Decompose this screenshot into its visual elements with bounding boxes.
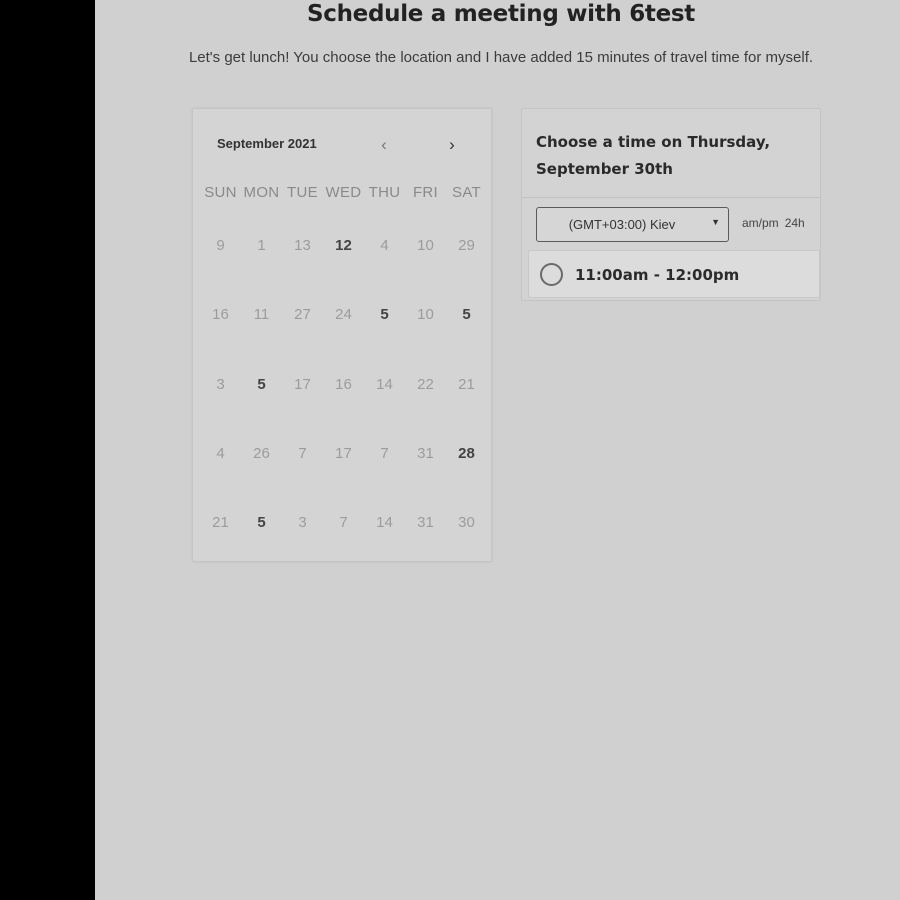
- calendar-day: 31: [417, 444, 434, 462]
- calendar-day: 21: [212, 514, 229, 532]
- booking-page: Schedule a meeting with 6test Let's get …: [95, 0, 900, 900]
- radio-circle-icon[interactable]: [540, 263, 563, 286]
- days-grid: 9 1 13 12 4 10 29 16 11 27 24 5 10 5 3 5 17 16 14 22 21 4 26 7 1…: [200, 235, 487, 581]
- calendar-day: 21: [458, 375, 475, 393]
- chevron-left-icon: ‹: [381, 135, 387, 154]
- chevron-right-icon: ›: [449, 135, 455, 154]
- time-slots-panel: Choose a time on Thursday, September 30t…: [521, 108, 821, 301]
- weekday-label: SAT: [452, 184, 481, 201]
- calendar-day: 22: [417, 375, 434, 393]
- calendar-day: 26: [253, 444, 270, 462]
- calendar-day: 24: [335, 306, 352, 324]
- calendar-day-available[interactable]: 5: [241, 512, 282, 581]
- calendar-day: 30: [458, 514, 475, 532]
- weekday-header: SUN MON TUE WED THU FRI SAT: [200, 184, 487, 201]
- calendar-day: 7: [339, 514, 348, 532]
- weekday-label: FRI: [412, 184, 439, 201]
- calendar-day: 17: [294, 375, 311, 393]
- calendar-day-available[interactable]: 5: [241, 374, 282, 443]
- calendar-day: 29: [458, 237, 475, 254]
- weekday-label: TUE: [287, 184, 318, 201]
- calendar-day-available[interactable]: 12: [323, 235, 364, 304]
- weekday-label: MON: [243, 184, 280, 201]
- times-header: Choose a time on Thursday, September 30t…: [522, 109, 820, 198]
- time-slot[interactable]: 11:00am - 12:00pm: [528, 250, 820, 298]
- page-subtitle: Let's get lunch! You choose the location…: [188, 49, 814, 66]
- time-slot-label: 11:00am - 12:00pm: [575, 266, 740, 284]
- calendar-day: 16: [335, 375, 352, 393]
- calendar-day: 14: [376, 375, 393, 393]
- month-label: September 2021: [217, 136, 317, 151]
- format-24h-option[interactable]: 24h: [785, 216, 805, 230]
- calendar-day: 14: [376, 514, 393, 532]
- calendar-day: 7: [380, 444, 389, 462]
- timezone-select[interactable]: (GMT+03:00) Kiev ▼: [536, 207, 729, 242]
- calendar-day: 9: [216, 237, 225, 254]
- time-format-toggle: am/pm 24h: [742, 216, 811, 230]
- calendar-day: 3: [298, 514, 307, 532]
- calendar-day: 1: [257, 237, 266, 254]
- format-ampm-option[interactable]: am/pm: [742, 216, 779, 230]
- calendar-day: 31: [417, 514, 434, 532]
- times-heading: Choose a time on Thursday, September 30t…: [536, 133, 771, 178]
- calendar-day-available[interactable]: 5: [364, 304, 405, 373]
- page-title: Schedule a meeting with 6test: [306, 1, 695, 27]
- calendar-day: 4: [380, 237, 389, 254]
- calendar-day: 11: [253, 306, 270, 324]
- weekday-label: SUN: [204, 184, 237, 201]
- calendar-day: 13: [294, 237, 311, 254]
- calendar-day: 16: [212, 306, 229, 324]
- calendar-day: 27: [294, 306, 311, 324]
- weekday-label: THU: [368, 184, 401, 201]
- calendar-day-available[interactable]: 28: [446, 443, 487, 512]
- prev-month-button[interactable]: ‹: [373, 134, 395, 156]
- caret-down-icon: ▼: [711, 217, 720, 227]
- calendar-panel: September 2021 ‹ › SUN MON TUE WED THU F…: [192, 108, 492, 562]
- calendar-day: 10: [417, 306, 434, 324]
- calendar-day: 10: [417, 237, 434, 254]
- calendar-day: 17: [335, 444, 352, 462]
- calendar-day-available[interactable]: 5: [446, 304, 487, 373]
- weekday-label: WED: [325, 184, 362, 201]
- timezone-value: (GMT+03:00) Kiev: [568, 217, 676, 232]
- next-month-button[interactable]: ›: [441, 134, 463, 156]
- calendar-day: 3: [216, 375, 225, 393]
- calendar-day: 4: [216, 444, 225, 462]
- calendar-day: 7: [298, 444, 307, 462]
